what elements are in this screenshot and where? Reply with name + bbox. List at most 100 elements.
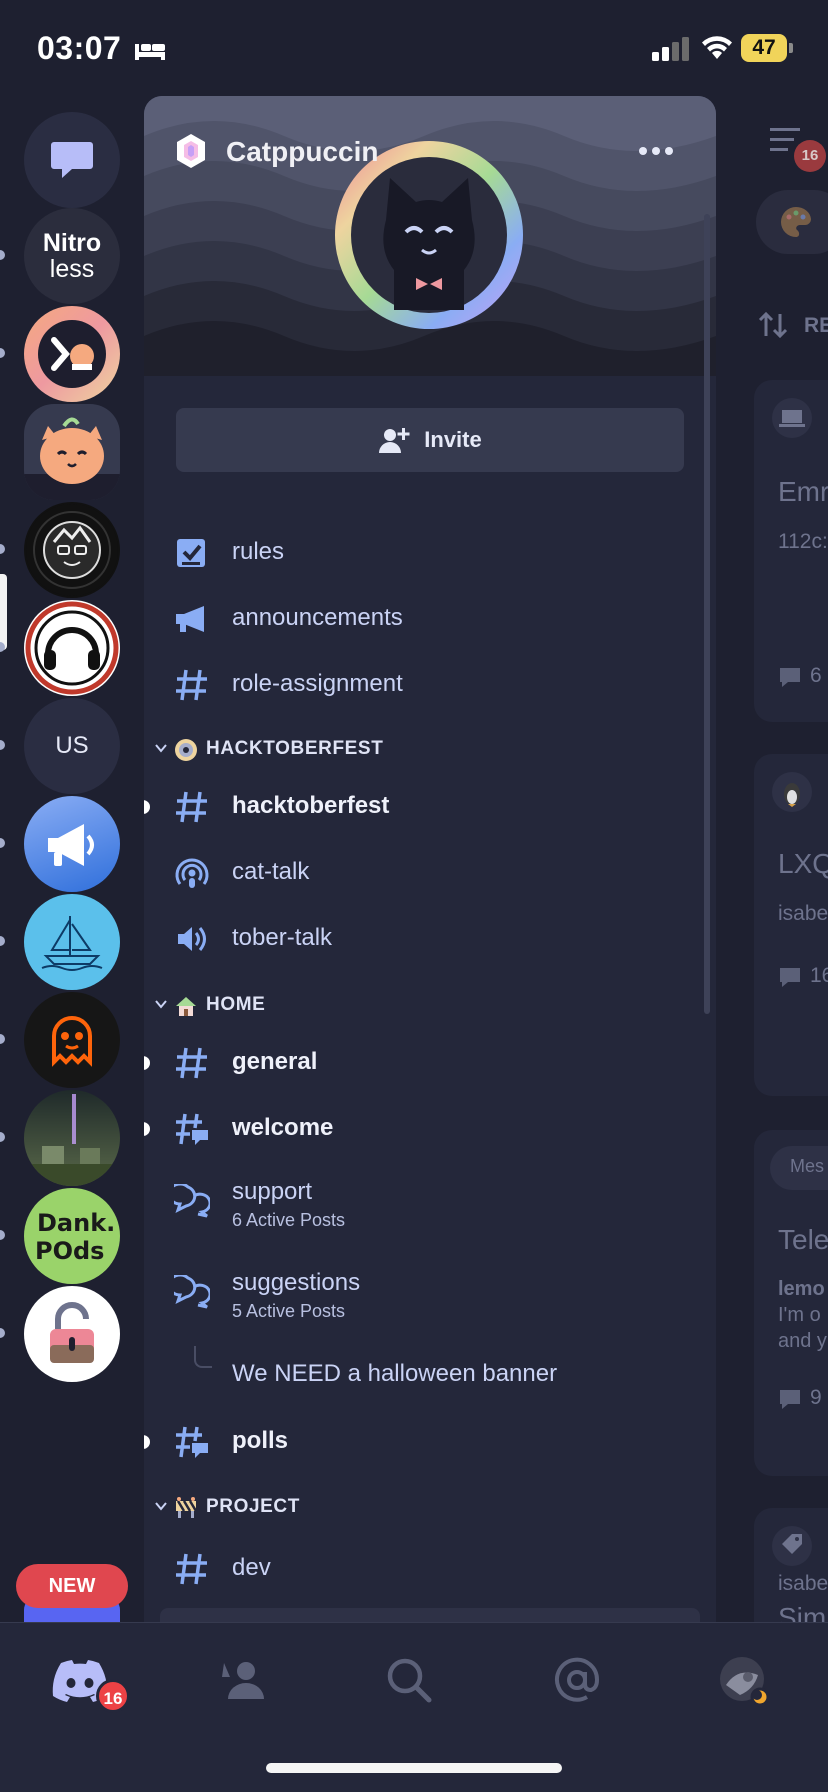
channel-label: cat-talk xyxy=(232,858,310,885)
channel-suggestions[interactable]: suggestions 5 Active Posts xyxy=(144,1255,716,1335)
category-label: HOME xyxy=(206,994,266,1015)
post-snippet: I'm o xyxy=(778,1304,821,1326)
comment-count: 6 xyxy=(810,664,822,687)
laptop-icon xyxy=(772,398,812,438)
channel-cat-talk[interactable]: cat-talk xyxy=(144,844,716,900)
tag-label-icon xyxy=(772,1526,812,1566)
unread-indicator xyxy=(144,1056,150,1070)
channel-label: suggestions xyxy=(232,1269,361,1296)
megaphone-icon xyxy=(176,606,204,632)
tab-mentions[interactable] xyxy=(554,1653,614,1709)
channel-polls[interactable]: polls xyxy=(144,1413,716,1469)
thread-branch-icon xyxy=(194,1346,212,1368)
hash-icon xyxy=(176,1553,207,1585)
server-unlock[interactable] xyxy=(24,1286,120,1382)
hash-icon xyxy=(176,669,207,701)
vinyl-face-icon xyxy=(26,504,118,596)
unread-pip xyxy=(0,1034,5,1044)
unread-pip xyxy=(0,1328,5,1338)
stage-icon xyxy=(175,858,209,888)
server-icon-cat xyxy=(335,141,523,329)
hash-icon xyxy=(176,1047,207,1079)
thread-label: We NEED a halloween banner xyxy=(232,1360,558,1387)
forum-icon xyxy=(174,1275,210,1309)
category-hacktoberfest[interactable]: HACKTOBERFEST xyxy=(144,730,716,770)
new-unreads-pill[interactable]: NEW xyxy=(16,1564,128,1608)
channel-rules[interactable]: rules xyxy=(144,524,716,580)
unread-pip xyxy=(0,838,5,848)
tab-search[interactable] xyxy=(386,1653,446,1709)
server-ship[interactable] xyxy=(24,894,120,990)
chevron-down-icon xyxy=(155,744,167,753)
forum-post-card[interactable]: Emr 112c: 6 xyxy=(754,380,828,722)
post-author: isabe xyxy=(778,1572,828,1595)
channel-general[interactable]: general xyxy=(144,1034,716,1090)
unread-pip xyxy=(0,936,5,946)
penguin-icon xyxy=(772,772,812,812)
post-title: Emr xyxy=(778,476,828,507)
channel-support[interactable]: support 6 Active Posts xyxy=(144,1164,716,1244)
forum-content-peek: 16 RE Emr 112c: 6 LXQ isabe 16 Mes Tele … xyxy=(730,96,828,1622)
category-home[interactable]: HOME xyxy=(144,986,716,1026)
sort-label: RE xyxy=(804,314,828,337)
post-title: LXQ xyxy=(778,848,828,879)
tab-profile[interactable] xyxy=(718,1653,778,1709)
unread-mentions-badge: 16 xyxy=(96,1679,130,1713)
comment-icon xyxy=(780,668,800,687)
active-posts-count: 5 Active Posts xyxy=(232,1301,346,1321)
cd-disc-icon xyxy=(175,739,197,761)
server-nitroless[interactable]: Nitro less xyxy=(24,208,120,304)
channel-role-assignment[interactable]: role-assignment xyxy=(144,656,716,712)
pumpkin-cat-icon xyxy=(24,417,120,500)
headphones-icon xyxy=(25,601,119,695)
forum-post-card[interactable]: Mes Tele lemo I'm o and y 9 xyxy=(754,1130,828,1476)
unread-pip xyxy=(0,642,5,652)
cellular-signal-icon xyxy=(652,37,689,61)
forum-post-card[interactable]: LXQ isabe 16 xyxy=(754,754,828,1096)
sleep-focus-icon xyxy=(135,44,165,60)
forum-icon xyxy=(174,1184,210,1218)
channel-label: rules xyxy=(232,538,285,565)
friends-wave-icon xyxy=(222,1662,264,1699)
play-pumpkin-icon xyxy=(38,320,106,388)
server-us[interactable]: US xyxy=(24,698,120,794)
server-catppuccin[interactable] xyxy=(24,404,120,500)
unread-indicator xyxy=(144,1435,150,1449)
direct-messages-button[interactable] xyxy=(24,112,120,208)
comment-count: 9 xyxy=(810,1386,822,1409)
sort-icon[interactable] xyxy=(758,310,788,340)
server-dank-pods[interactable]: Dank. POds xyxy=(24,1188,120,1284)
channel-label: announcements xyxy=(232,604,403,631)
category-project[interactable]: PROJECT xyxy=(144,1488,716,1528)
unread-pip xyxy=(0,544,5,554)
channel-dev[interactable]: dev xyxy=(144,1540,716,1596)
thread-halloween-banner[interactable]: We NEED a halloween banner xyxy=(144,1346,716,1402)
server-plex-pumpkin[interactable] xyxy=(24,306,120,402)
server-minecraft[interactable] xyxy=(24,1090,120,1186)
svg-text:Dank.: Dank. xyxy=(37,1209,115,1237)
status-time: 03:07 xyxy=(37,30,122,66)
server-vinyl[interactable] xyxy=(24,502,120,598)
channel-hacktoberfest[interactable]: hacktoberfest xyxy=(144,778,716,834)
forum-post-card[interactable]: Sim xyxy=(754,1508,828,1622)
megaphone-icon xyxy=(48,824,94,866)
invite-button[interactable]: Invite xyxy=(176,408,684,472)
server-announcements[interactable] xyxy=(24,796,120,892)
hash-thread-icon xyxy=(176,1426,208,1458)
server-ghost[interactable] xyxy=(24,992,120,1088)
server-name[interactable]: Catppuccin xyxy=(226,136,378,168)
tab-friends[interactable] xyxy=(218,1653,278,1709)
more-options-icon[interactable] xyxy=(638,146,674,156)
channel-announcements[interactable]: announcements xyxy=(144,590,716,646)
hash-thread-icon xyxy=(176,1113,208,1145)
tag-chip[interactable] xyxy=(756,190,828,254)
channel-tober-talk[interactable]: tober-talk xyxy=(144,910,716,966)
unread-pip xyxy=(0,740,5,750)
active-posts-count: 6 Active Posts xyxy=(232,1210,346,1230)
invite-label: Invite xyxy=(424,427,482,452)
ship-icon xyxy=(41,916,103,971)
avatar xyxy=(720,1657,770,1707)
unread-pip xyxy=(0,250,5,260)
channel-welcome[interactable]: welcome xyxy=(144,1100,716,1156)
server-headphones[interactable] xyxy=(24,600,120,696)
